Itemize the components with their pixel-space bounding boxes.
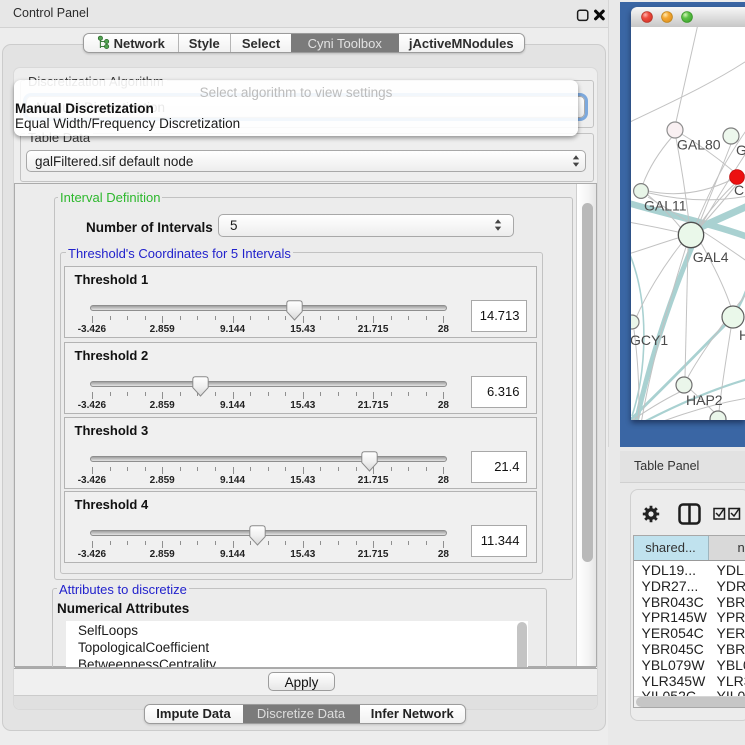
svg-text:GAL80: GAL80 bbox=[677, 137, 721, 153]
svg-text:GAL11: GAL11 bbox=[644, 198, 687, 214]
svg-text:GAL: GAL bbox=[736, 142, 745, 158]
svg-text:HAP2: HAP2 bbox=[686, 392, 723, 408]
svg-text:CD: CD bbox=[734, 182, 745, 198]
svg-text:GAL4: GAL4 bbox=[693, 249, 729, 265]
svg-text:GCY1: GCY1 bbox=[631, 332, 668, 348]
svg-text:HI: HI bbox=[739, 327, 745, 343]
